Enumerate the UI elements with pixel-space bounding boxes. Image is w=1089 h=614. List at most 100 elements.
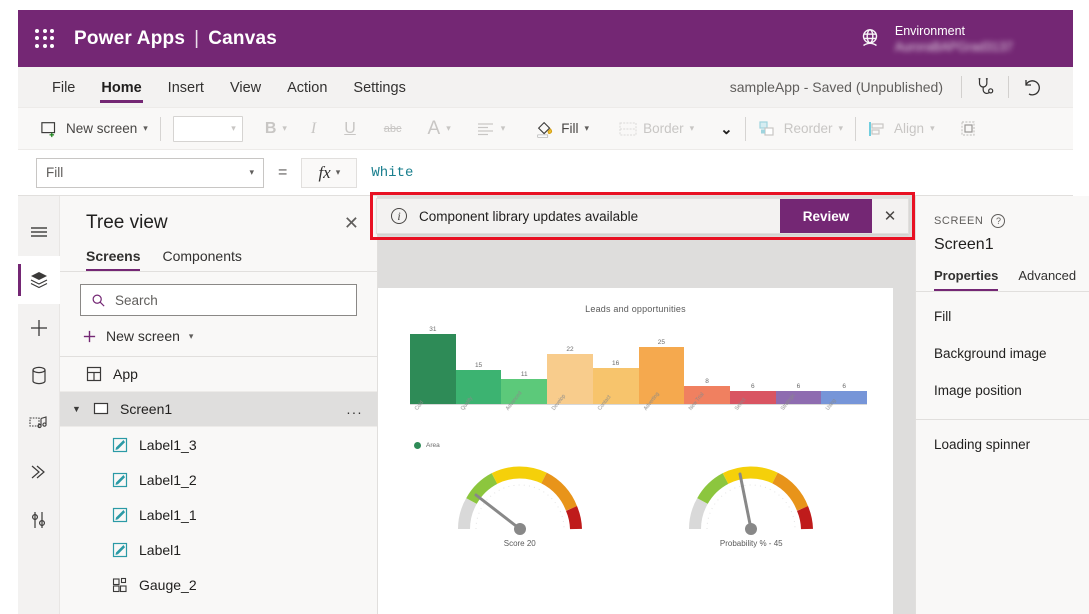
fill-button[interactable]: Fill ▾ — [535, 119, 589, 139]
strikethrough-button[interactable]: abc — [384, 123, 402, 135]
divider — [159, 116, 161, 141]
italic-button[interactable]: I — [311, 120, 316, 138]
properties-group-behavior: Loading spinner — [916, 420, 1089, 473]
tree-item-label1-1[interactable]: Label1_1 — [60, 497, 377, 532]
toolbar-overflow-button[interactable]: ⌄ — [720, 120, 733, 138]
selected-control-name: Screen1 — [934, 236, 994, 253]
bar-value: 31 — [429, 325, 437, 333]
reorder-label: Reorder — [783, 121, 833, 136]
border-button[interactable]: Border ▾ — [619, 121, 694, 136]
font-color-button[interactable]: A ▾ — [428, 118, 451, 140]
tab-advanced[interactable]: Advanced — [1018, 268, 1076, 291]
property-row-background-image[interactable]: Background image — [916, 335, 1089, 372]
page-title: Tree view — [86, 212, 168, 233]
app-checker-button[interactable] — [962, 71, 1008, 103]
chevron-down-icon: ▾ — [500, 123, 506, 133]
top-header-bar: Power Apps | Canvas Environment AuroraBA… — [18, 10, 1073, 67]
chevron-down-icon: ▾ — [249, 167, 254, 177]
tree-item-label: Label1_3 — [139, 436, 197, 453]
chevron-down-icon: ▾ — [930, 123, 935, 133]
review-button[interactable]: Review — [780, 199, 872, 233]
tree-item-label1-2[interactable]: Label1_2 — [60, 462, 377, 497]
menu-item-insert[interactable]: Insert — [156, 70, 216, 105]
menu-item-action[interactable]: Action — [275, 70, 339, 105]
fx-button[interactable]: fx ▾ — [301, 157, 358, 188]
tree-view-panel: Tree view ✕ Screens Components Search Ne… — [60, 196, 378, 614]
property-row-fill[interactable]: Fill — [916, 298, 1089, 335]
waffle-grid-icon[interactable] — [30, 24, 60, 54]
properties-panel: SCREEN ? Screen1 Properties Advanced Fil… — [915, 196, 1089, 614]
sidebar-item-data[interactable] — [18, 352, 60, 400]
label-icon — [112, 507, 128, 522]
gauge-row: Score 20 Probability % - 45 — [378, 455, 893, 548]
gauge-needle — [474, 493, 522, 531]
search-input[interactable]: Search — [80, 284, 357, 316]
gauge-score[interactable]: Score 20 — [450, 455, 590, 548]
tab-screens[interactable]: Screens — [86, 248, 141, 271]
tab-components[interactable]: Components — [162, 248, 241, 271]
underline-button[interactable]: U — [344, 120, 356, 138]
bar-value: 16 — [612, 359, 620, 367]
close-icon[interactable]: ✕ — [344, 214, 359, 232]
property-row-image-position[interactable]: Image position — [916, 372, 1089, 409]
align-left-icon — [477, 122, 493, 135]
label-icon — [112, 437, 128, 452]
app-screen-canvas[interactable]: Leads and opportunities 31 15 11 22 16 2… — [378, 288, 893, 614]
chevron-down-icon: ▾ — [282, 123, 287, 133]
tree-item-label1[interactable]: Label1 — [60, 532, 377, 567]
menu-bar: File Home Insert View Action Settings sa… — [18, 67, 1073, 108]
tab-properties[interactable]: Properties — [934, 268, 999, 291]
menu-items: File Home Insert View Action Settings — [40, 70, 418, 105]
tree-item-label: Gauge_2 — [139, 576, 197, 593]
bold-button[interactable]: B ▾ — [265, 120, 287, 138]
menu-item-settings[interactable]: Settings — [341, 70, 417, 105]
environment-selector[interactable]: Environment AuroraBAPGrad3137 — [857, 24, 1013, 54]
canvas-area[interactable]: Leads and opportunities 31 15 11 22 16 2… — [378, 196, 915, 614]
tree-item-gauge2[interactable]: Gauge_2 — [60, 567, 377, 602]
sidebar-item-media[interactable] — [18, 400, 60, 448]
new-screen-tree-button[interactable]: New screen ▾ — [60, 322, 377, 356]
formula-value: White — [371, 164, 414, 181]
sidebar-item-variables[interactable] — [18, 496, 60, 544]
sidebar-item-tree-view[interactable] — [17, 256, 60, 304]
chevron-down-icon[interactable]: ▼ — [72, 404, 84, 414]
properties-tabs: Properties Advanced — [916, 254, 1089, 291]
gauge-dial — [457, 466, 582, 535]
new-screen-button[interactable]: New screen ▾ — [40, 120, 148, 138]
tree-item-screen1[interactable]: ▼ Screen1 ... — [60, 392, 377, 427]
align-objects-button[interactable]: Align ▾ — [868, 121, 935, 137]
chevron-down-icon: ▾ — [689, 123, 695, 133]
gauge-probability[interactable]: Probability % - 45 — [681, 455, 821, 548]
formula-input[interactable]: White — [357, 158, 1073, 188]
property-select[interactable]: Fill ▾ — [36, 157, 264, 188]
divider — [744, 116, 746, 141]
undo-arrow-icon — [1025, 80, 1040, 96]
property-select-value: Fill — [46, 165, 64, 180]
align-text-button[interactable]: ▾ — [477, 122, 506, 136]
new-screen-label: New screen — [66, 121, 138, 136]
hamburger-menu-button[interactable] — [18, 208, 60, 256]
legend-label: Area — [426, 442, 440, 449]
sidebar-item-insert[interactable] — [18, 304, 60, 352]
app-mode-name: Canvas — [208, 27, 278, 49]
undo-button[interactable] — [1009, 71, 1055, 103]
font-family-select[interactable]: ▾ — [172, 115, 243, 142]
gauge-component-icon — [112, 577, 127, 592]
menu-item-file[interactable]: File — [40, 70, 87, 105]
reorder-button[interactable]: Reorder ▾ — [758, 120, 843, 138]
group-objects-button[interactable] — [959, 120, 979, 138]
power-apps-studio: Power Apps | Canvas Environment AuroraBA… — [0, 0, 1089, 614]
menu-item-view[interactable]: View — [218, 70, 273, 105]
divider — [855, 116, 857, 141]
property-row-loading-spinner[interactable]: Loading spinner — [916, 426, 1089, 463]
tree-view-header: Tree view ✕ — [60, 196, 377, 242]
properties-group-appearance: Fill Background image Image position — [916, 292, 1089, 419]
tree-item-label1-3[interactable]: Label1_3 — [60, 427, 377, 462]
tree-item-label: Label1_1 — [139, 506, 197, 523]
tree-item-context-menu[interactable]: ... — [347, 401, 363, 417]
help-circle-icon[interactable]: ? — [991, 214, 1006, 228]
sidebar-item-power-automate[interactable] — [18, 448, 60, 496]
tree-item-app[interactable]: App — [60, 357, 377, 392]
menu-item-home[interactable]: Home — [89, 70, 153, 105]
close-icon[interactable]: ✕ — [872, 199, 908, 233]
